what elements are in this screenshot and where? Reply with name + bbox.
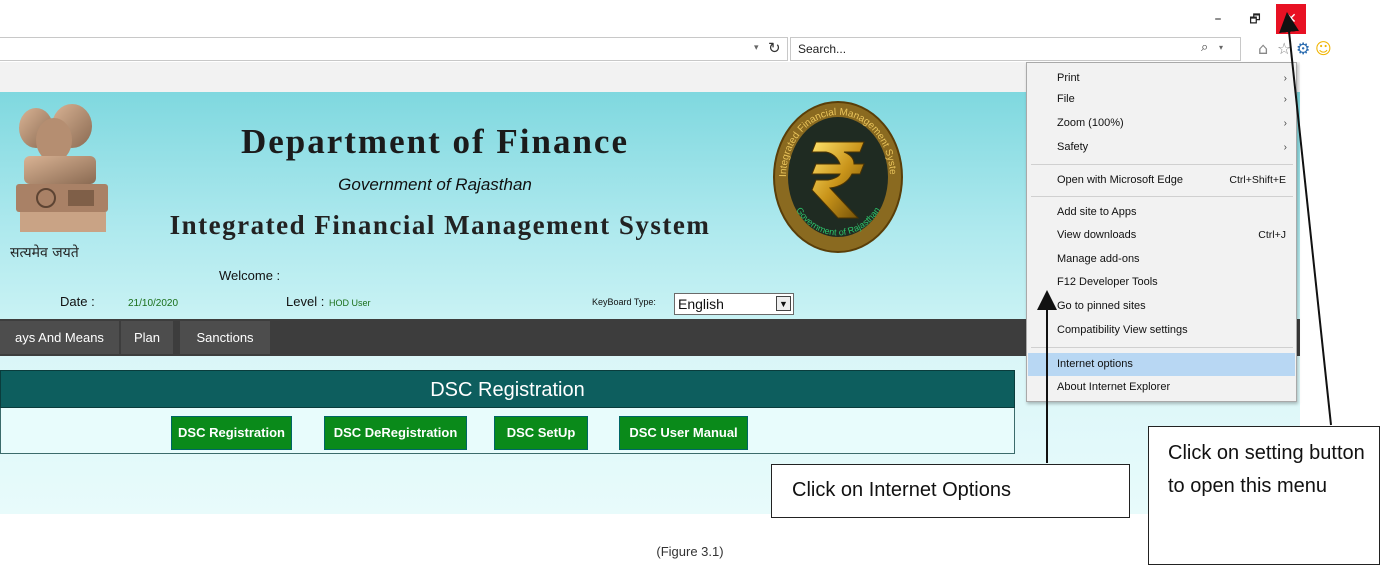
menu-item-shortcut: Ctrl+Shift+E [1229, 174, 1286, 186]
page-subtitle: Government of Rajasthan [338, 175, 532, 194]
dsc-panel-title: DSC Registration [0, 370, 1015, 408]
ashoka-emblem-icon [16, 104, 108, 232]
chevron-right-icon: › [1283, 118, 1287, 129]
date-label: Date : [60, 294, 95, 309]
menu-item-label: Zoom (100%) [1057, 117, 1124, 129]
dsc-setup-button[interactable]: DSC SetUp [494, 416, 588, 450]
search-box[interactable]: Search... ⌕ ▾ [790, 37, 1241, 61]
menu-item-about-internet-explorer[interactable]: About Internet Explorer [1028, 376, 1295, 399]
restore-button[interactable]: 🗗 [1237, 4, 1273, 34]
dsc-deregistration-button[interactable]: DSC DeRegistration [324, 416, 467, 450]
nav-item-ways-and-means[interactable]: ays And Means [0, 321, 119, 354]
star-icon[interactable]: ☆ [1277, 39, 1291, 58]
gear-icon[interactable]: ⚙ [1296, 39, 1310, 58]
menu-item-label: Go to pinned sites [1057, 300, 1146, 312]
menu-item-internet-options[interactable]: Internet options [1028, 353, 1295, 376]
menu-separator [1031, 196, 1293, 197]
welcome-label: Welcome : [219, 268, 281, 283]
figure-caption: (Figure 3.1) [656, 544, 724, 559]
smiley-icon[interactable]: ☺ [1315, 39, 1332, 58]
menu-item-f12-developer-tools[interactable]: F12 Developer Tools [1028, 271, 1295, 294]
nav-item-plan[interactable]: Plan [121, 321, 173, 354]
menu-item-zoom[interactable]: Zoom (100%) › [1028, 112, 1295, 135]
menu-item-manage-add-ons[interactable]: Manage add-ons [1028, 248, 1295, 271]
menu-item-label: View downloads [1057, 229, 1137, 241]
menu-item-label: File [1057, 93, 1075, 105]
menu-item-open-with-edge[interactable]: Open with Microsoft Edge Ctrl+Shift+E [1028, 169, 1295, 192]
date-value: 21/10/2020 [128, 298, 179, 309]
menu-item-label: About Internet Explorer [1057, 381, 1171, 393]
minimize-button[interactable]: – [1200, 4, 1236, 34]
chevron-right-icon: › [1283, 142, 1287, 153]
menu-item-label: Add site to Apps [1057, 206, 1137, 218]
keyboard-type-label: KeyBoard Type: [592, 297, 656, 307]
menu-item-label: Internet options [1057, 358, 1133, 370]
search-icon[interactable]: ⌕ [1201, 40, 1208, 55]
menu-item-label: Compatibility View settings [1057, 324, 1188, 336]
menu-item-label: Manage add-ons [1057, 253, 1140, 265]
menu-item-compatibility-view-settings[interactable]: Compatibility View settings [1028, 319, 1295, 342]
menu-item-go-to-pinned-sites[interactable]: Go to pinned sites [1028, 295, 1295, 318]
refresh-icon[interactable]: ↻ [768, 39, 781, 57]
tools-menu: Print › File › Zoom (100%) › Safety › Open w… [1026, 62, 1297, 402]
home-icon[interactable]: ⌂ [1258, 39, 1268, 58]
chevron-right-icon: › [1283, 94, 1287, 105]
menu-item-label: Print [1057, 72, 1080, 84]
level-value: HOD User [329, 298, 371, 308]
keyboard-type-select[interactable]: English ▼ [674, 293, 794, 315]
menu-item-safety[interactable]: Safety › [1028, 136, 1295, 159]
menu-item-add-site-to-apps[interactable]: Add site to Apps [1028, 201, 1295, 224]
callout-text: Click on Internet Options [792, 479, 1011, 501]
toolbar-icons: ⌂ ☆ ⚙ ☺ [1255, 37, 1380, 61]
callout-text: Click on setting button to open this men… [1168, 442, 1365, 497]
callout-internet-options: Click on Internet Options [771, 464, 1130, 518]
keyboard-type-value: English [678, 296, 724, 312]
address-dropdown-icon[interactable]: ▾ [754, 42, 759, 53]
chevron-down-icon[interactable]: ▼ [776, 296, 791, 311]
page-title: Department of Finance [240, 122, 630, 161]
address-bar[interactable]: ▾ ↻ [0, 37, 788, 61]
menu-separator [1031, 347, 1293, 348]
window-controls: – 🗗 ✕ [1200, 4, 1380, 34]
menu-item-print[interactable]: Print › [1028, 67, 1295, 90]
menu-item-shortcut: Ctrl+J [1258, 229, 1286, 241]
menu-item-view-downloads[interactable]: View downloads Ctrl+J [1028, 224, 1295, 247]
system-title: Integrated Financial Management System [169, 210, 711, 240]
dsc-user-manual-button[interactable]: DSC User Manual [619, 416, 748, 450]
chevron-right-icon: › [1283, 73, 1287, 84]
close-button[interactable]: ✕ [1276, 4, 1306, 34]
menu-item-file[interactable]: File › [1028, 88, 1295, 111]
nav-item-sanctions[interactable]: Sanctions [180, 321, 270, 354]
search-input[interactable]: Search... [798, 42, 846, 56]
search-dropdown-icon[interactable]: ▾ [1219, 43, 1223, 52]
menu-item-label: Open with Microsoft Edge [1057, 174, 1183, 186]
level-label: Level : [286, 294, 325, 309]
menu-item-label: Safety [1057, 141, 1089, 153]
menu-item-label: F12 Developer Tools [1057, 276, 1158, 288]
emblem-caption: सत्यमेव जयते [10, 245, 79, 261]
menu-separator [1031, 164, 1293, 165]
ifms-logo-icon: Integrated Financial Management System G… [772, 100, 903, 253]
dsc-registration-button[interactable]: DSC Registration [171, 416, 292, 450]
